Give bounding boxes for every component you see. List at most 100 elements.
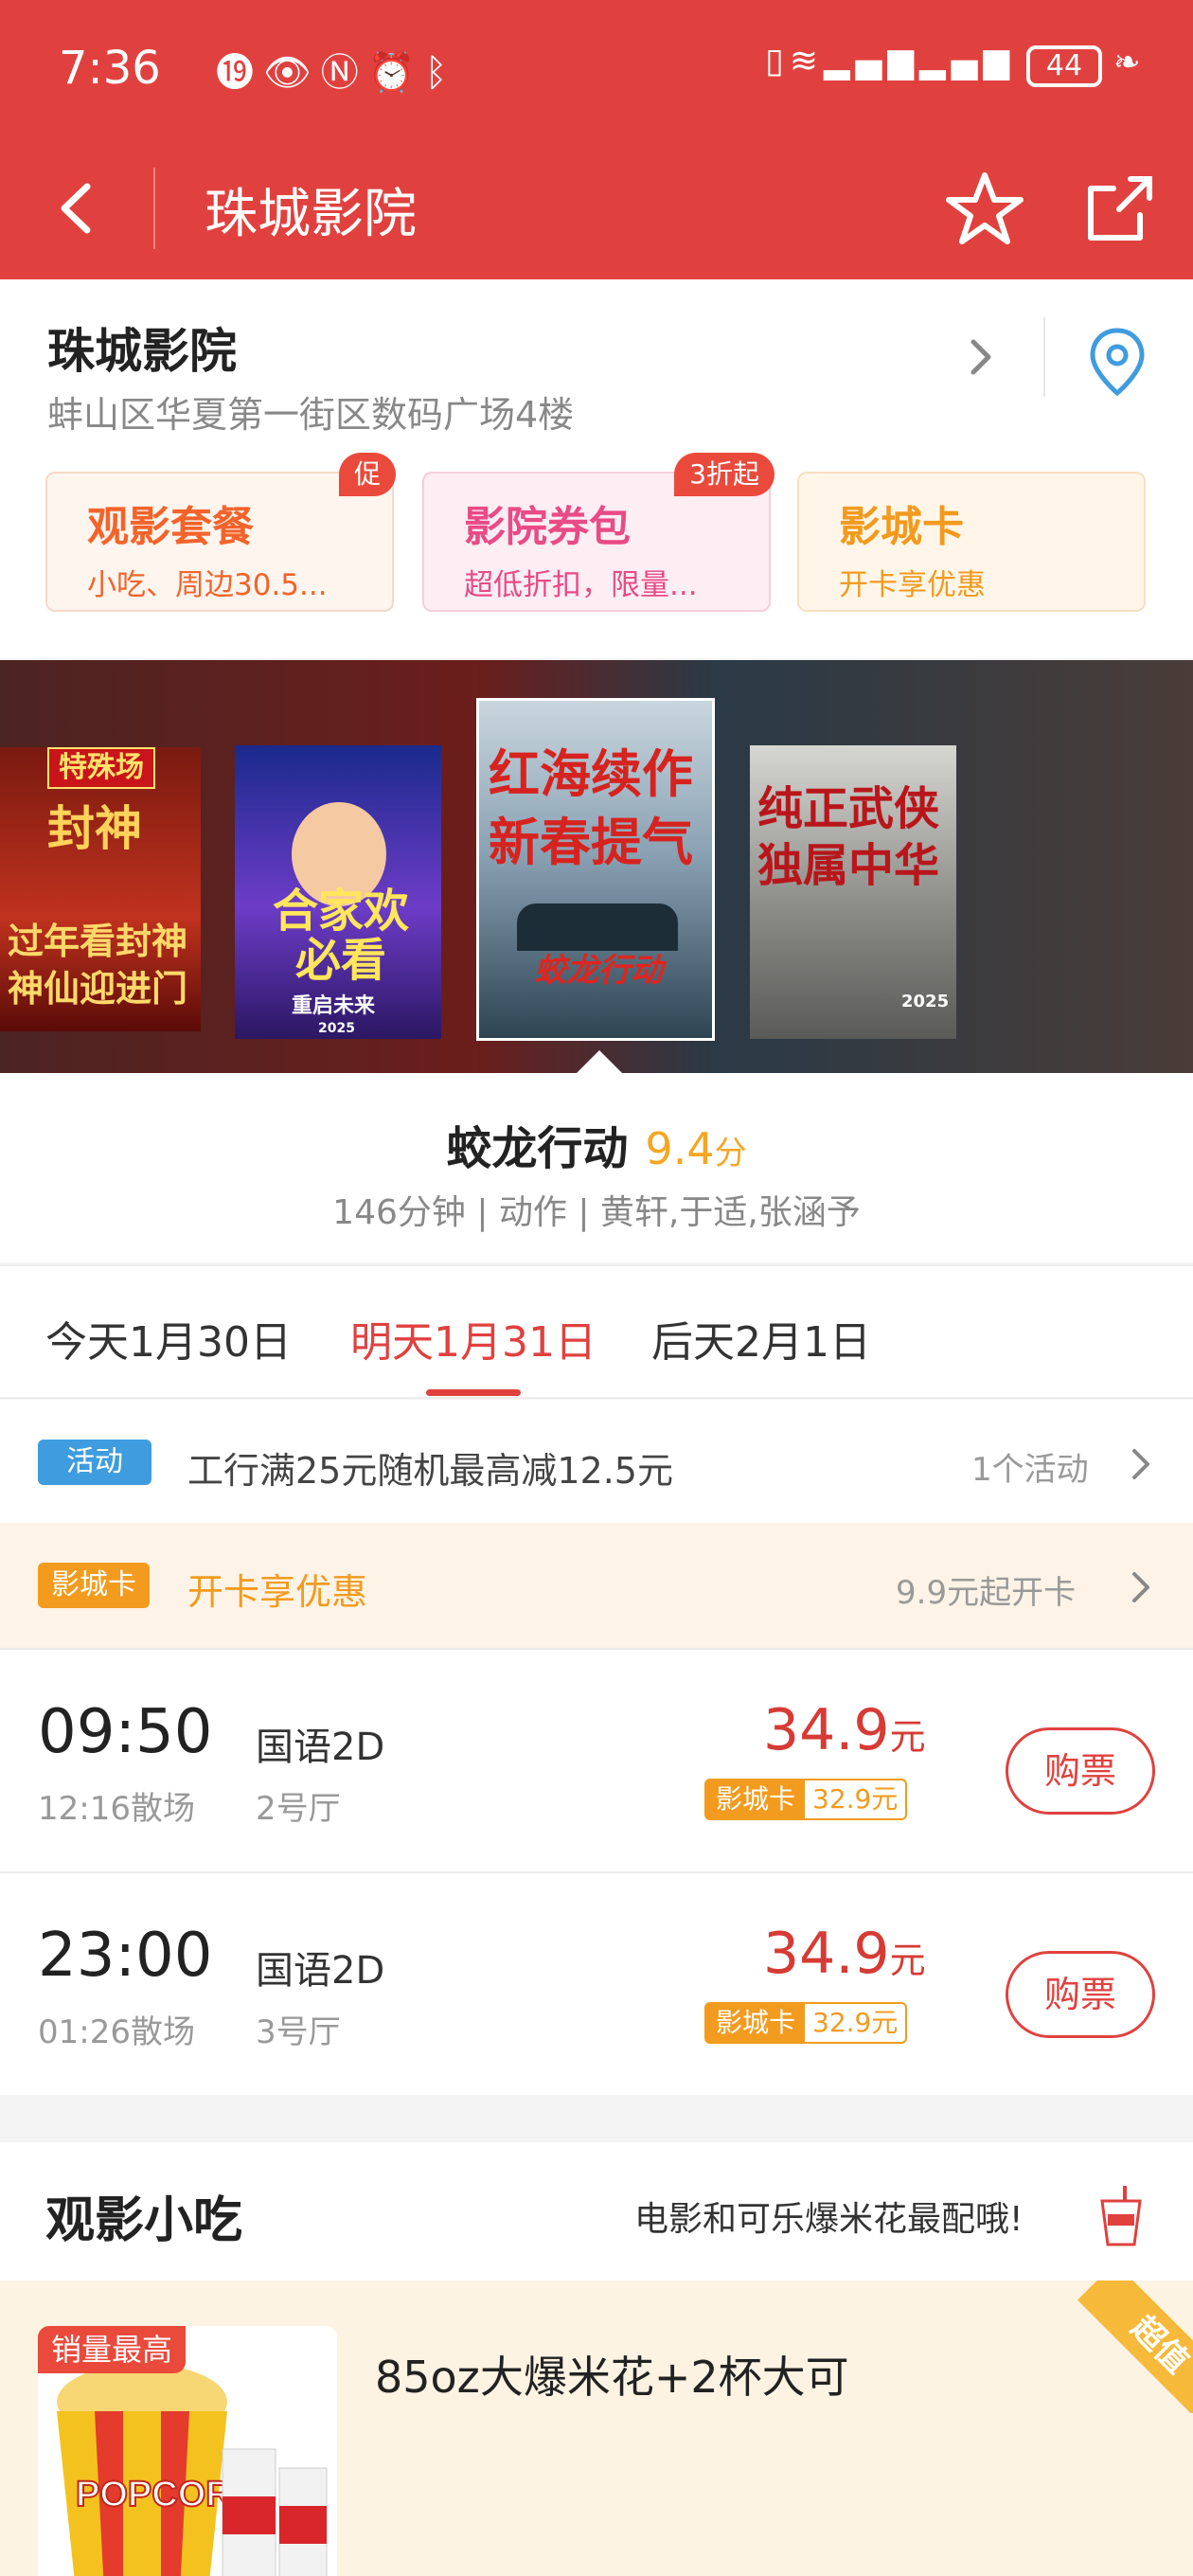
poster-line: 必看 [295,934,387,987]
cinema-card-text: 开卡享优惠 [187,1571,368,1613]
card-label: 影城卡 [706,2004,806,2042]
card-title: 观影套餐 [87,503,254,551]
buy-ticket-button[interactable]: 购票 [1006,1951,1155,2038]
cinema-info-section: 珠城影院 蚌山区华夏第一街区数码广场4楼 观影套餐 小吃、周边30.5... 促… [0,279,1193,658]
active-tab-indicator [426,1389,521,1396]
tab-today[interactable]: 今天1月30日 [45,1308,292,1368]
showtime-row[interactable]: 09:50 12:16散场 国语2D 2号厅 34.9元 影城卡 32.9元 购票 [0,1648,1193,1871]
movie-title-row[interactable]: 蛟龙行动 9.4分 [0,1111,1193,1177]
showtime-hall: 2号厅 [256,1790,341,1828]
showtime-start: 09:50 [38,1697,213,1767]
vibrate-icon: ▯ [765,42,790,80]
showtime-end: 01:26散场 [38,2013,195,2051]
divider [1043,317,1045,397]
snack-section: 观影小吃 电影和可乐爆米花最配哦! POPCORN 销量最高 85oz大爆米花+… [0,2142,1193,2576]
showtime-price: 34.9元 [763,1921,926,1987]
showtime-end: 12:16散场 [38,1790,195,1828]
card-subtitle: 超低折扣，限量... [464,568,698,602]
price-value: 34.9 [763,1921,890,1987]
showtime-hall: 3号厅 [256,2013,341,2051]
promo-badge: 促 [338,453,396,496]
cinema-card-card[interactable]: 影城卡 开卡享优惠 [797,472,1146,612]
wifi-icon: ≋ [789,42,824,80]
card-title: 影城卡 [839,503,964,551]
poster-year: 2025 [901,992,950,1011]
cinema-card-price-tag: 影城卡 32.9元 [704,2002,908,2044]
meal-package-card[interactable]: 观影套餐 小吃、周边30.5... 促 [45,453,396,612]
cinema-card-price: 9.9元起开卡 [896,1574,1077,1612]
movie-poster[interactable]: 特殊场 封神 过年看封神 神仙迎进门 [0,747,201,1031]
snack-slogan: 电影和可乐爆米花最配哦! [634,2200,1024,2239]
poster-foot: 重启未来 [292,994,376,1018]
drink-cup-icon [1100,2186,1142,2246]
cinema-name[interactable]: 珠城影院 [47,313,237,382]
location-pin-icon[interactable] [1079,323,1155,399]
promotion-text: 工行满25元随机最高减12.5元 [187,1450,673,1492]
promotion-tag: 活动 [38,1440,151,1485]
poster-line: 合家欢 [273,885,410,938]
promotion-row[interactable]: 活动 工行满25元随机最高减12.5元 1个活动 [0,1400,1193,1523]
cinema-card-tag: 影城卡 [38,1563,150,1608]
snack-item-card[interactable]: POPCORN 销量最高 85oz大爆米花+2杯大可 超值 [0,2281,1193,2576]
chevron-right-icon [1132,1449,1149,1479]
value-corner-ribbon: 超值 [1060,2281,1193,2413]
price-unit: 元 [889,1716,926,1758]
movie-poster[interactable]: 合家欢 必看 重启未来 2025 [235,745,441,1039]
submarine-shape [517,903,678,951]
score-value: 9.4 [645,1123,715,1174]
price-value: 34.9 [763,1697,890,1763]
card-label: 影城卡 [706,1780,806,1818]
chevron-right-icon [1132,1572,1149,1602]
nav-divider [153,168,155,249]
back-arrow-icon[interactable] [38,166,123,251]
poster-line: 纯正武侠 [757,782,940,835]
status-right-icons: ▯≋▂▄▆▂▄▆ [765,42,1015,80]
poster-logo: 封神 [47,801,142,856]
nfc-icon: Ⓝ [320,51,368,95]
corner-label: 超值 [1077,2281,1193,2413]
tab-day-after[interactable]: 后天2月1日 [651,1308,871,1368]
poster-line: 神仙迎进门 [8,968,188,1010]
selected-poster-pointer [575,1050,624,1075]
movie-poster-selected[interactable]: 红海续作 新春提气 蛟龙行动 [476,698,715,1041]
favorite-star-icon[interactable] [937,162,1032,257]
showtime-language: 国语2D [256,1949,385,1993]
card-price: 32.9元 [812,2007,899,2038]
cinema-card-row[interactable]: 影城卡 开卡享优惠 9.9元起开卡 [0,1523,1193,1648]
eye-icon: 👁 [263,51,321,95]
alarm-icon: ⏰ [367,51,425,95]
movie-info-section: 蛟龙行动 9.4分 146分钟 | 动作 | 黄轩,于适,张涵予 [0,1073,1193,1262]
movie-meta: 146分钟 | 动作 | 黄轩,于适,张涵予 [332,1193,861,1232]
movie-title: 蛟龙行动 [446,1122,629,1175]
notification-badge-icon: ⓳ [216,51,263,95]
score-unit: 分 [714,1135,747,1172]
share-icon[interactable] [1072,162,1166,257]
leaf-icon: ❧ [1113,44,1141,81]
buy-ticket-button[interactable]: 购票 [1006,1727,1155,1815]
cinema-address[interactable]: 蚌山区华夏第一街区数码广场4楼 [47,385,574,438]
card-price: 32.9元 [812,1783,899,1815]
status-time: 7:36 [59,42,161,95]
showtime-start: 23:00 [38,1921,213,1991]
movie-poster[interactable]: 纯正武侠 独属中华 2025 [750,745,956,1039]
card-title: 影院券包 [464,503,631,551]
showtime-language: 国语2D [256,1726,385,1769]
showtime-row[interactable]: 23:00 01:26散场 国语2D 3号厅 34.9元 影城卡 32.9元 购票 [0,1871,1193,2095]
date-tab-bar: 今天1月30日 明天1月31日 后天2月1日 [0,1264,1193,1399]
bluetooth-icon: ᛒ [424,51,457,95]
poster-line: 红海续作 [489,744,693,804]
status-bar: 7:36 ⓳👁Ⓝ⏰ᛒ ▯≋▂▄▆▂▄▆ 44 ❧ [0,0,1193,137]
discount-badge: 3折起 [674,453,775,496]
coupon-package-card[interactable]: 影院券包 超低折扣，限量... 3折起 [422,453,775,612]
poster-line: 独属中华 [757,839,940,892]
chevron-right-icon[interactable] [956,329,1004,385]
signal-icon: ▂▄▆ [823,42,920,80]
snack-item-name: 85oz大爆米花+2杯大可 [375,2352,849,2403]
movie-poster-carousel[interactable]: 特殊场 封神 过年看封神 神仙迎进门 合家欢 必看 重启未来 2025 红海续作… [0,660,1193,1073]
card-subtitle: 小吃、周边30.5... [87,568,328,602]
tab-tomorrow[interactable]: 明天1月31日 [350,1308,596,1368]
page-title: 珠城影院 [205,184,417,245]
card-subtitle: 开卡享优惠 [839,568,986,602]
status-left-icons: ⓳👁Ⓝ⏰ᛒ [216,42,457,97]
price-unit: 元 [889,1940,926,1981]
